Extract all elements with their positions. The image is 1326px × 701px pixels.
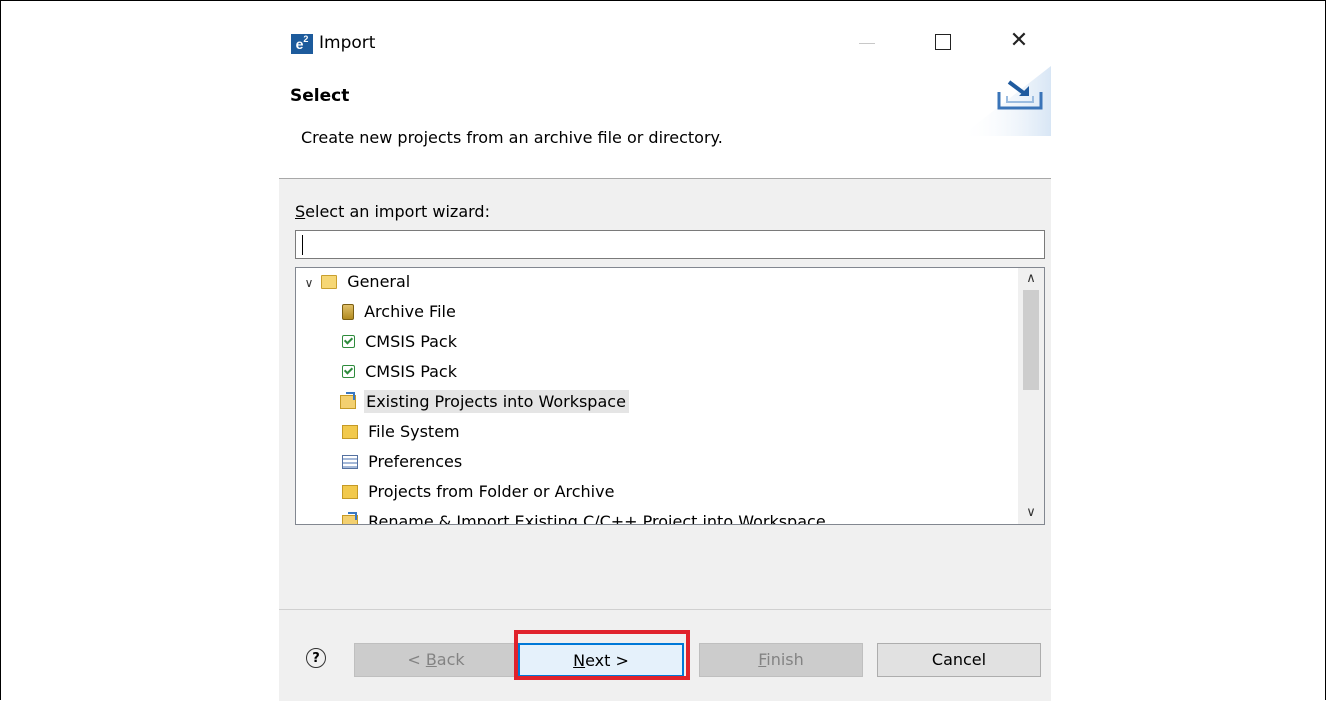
help-icon[interactable]: ? (306, 648, 326, 668)
preferences-icon (342, 454, 358, 469)
tree-item-preferences[interactable]: Preferences (342, 448, 465, 476)
page-description: Create new projects from an archive file… (301, 128, 723, 147)
next-button-highlight-box (514, 630, 690, 680)
close-button[interactable]: ✕ (997, 26, 1041, 58)
window-title: Import (319, 33, 376, 53)
cancel-button[interactable]: Cancel (877, 643, 1041, 677)
existing-projects-icon (340, 391, 356, 409)
tree-item-rename-import-c-project[interactable]: Rename & Import Existing C/C++ Project i… (342, 508, 829, 524)
chevron-down-icon[interactable]: ∨ (302, 269, 316, 297)
existing-projects-icon (342, 511, 358, 524)
scrollbar-thumb[interactable] (1023, 290, 1039, 390)
tree-item-existing-projects[interactable]: Existing Projects into Workspace (340, 388, 629, 416)
archive-icon (342, 303, 354, 320)
tree-item-cmsis-pack[interactable]: CMSIS Pack (342, 358, 460, 386)
folder-icon (342, 424, 358, 439)
tree-item-archive-file[interactable]: Archive File (342, 298, 459, 326)
text-caret (302, 235, 303, 255)
wizard-header: Select Create new projects from an archi… (279, 66, 1051, 178)
finish-button[interactable]: Finish (699, 643, 863, 677)
import-dialog: e2 Import ✕ Select Create new projects f… (279, 20, 1051, 701)
e2-studio-logo-icon: e2 (291, 34, 313, 54)
minimize-button[interactable] (843, 26, 887, 58)
tree-vertical-scrollbar[interactable]: ∧ ∨ (1018, 268, 1044, 524)
check-icon (342, 335, 355, 348)
check-icon (342, 365, 355, 378)
wizard-filter-input[interactable] (295, 230, 1045, 259)
wizard-body: Select an import wizard: ∨ General Archi… (279, 179, 1051, 609)
scroll-down-arrow-icon[interactable]: ∨ (1018, 502, 1044, 524)
maximize-button[interactable] (921, 26, 965, 58)
wizard-tree[interactable]: ∨ General Archive File CMSIS Pack CMSIS … (295, 267, 1045, 525)
wizard-list-label: Select an import wizard: (295, 202, 490, 221)
folder-icon (342, 484, 358, 499)
page-title: Select (290, 86, 350, 106)
close-icon: ✕ (1009, 28, 1029, 53)
import-tray-icon (961, 66, 1051, 136)
scroll-up-arrow-icon[interactable]: ∧ (1018, 268, 1044, 290)
back-button[interactable]: < Back (354, 643, 518, 677)
tree-node-general[interactable]: ∨ General (302, 268, 413, 296)
tree-item-cmsis-pack[interactable]: CMSIS Pack (342, 328, 460, 356)
title-bar: e2 Import ✕ (279, 20, 1051, 66)
folder-open-icon (321, 274, 338, 289)
tree-item-projects-from-folder[interactable]: Projects from Folder or Archive (342, 478, 617, 506)
tree-item-file-system[interactable]: File System (342, 418, 463, 446)
